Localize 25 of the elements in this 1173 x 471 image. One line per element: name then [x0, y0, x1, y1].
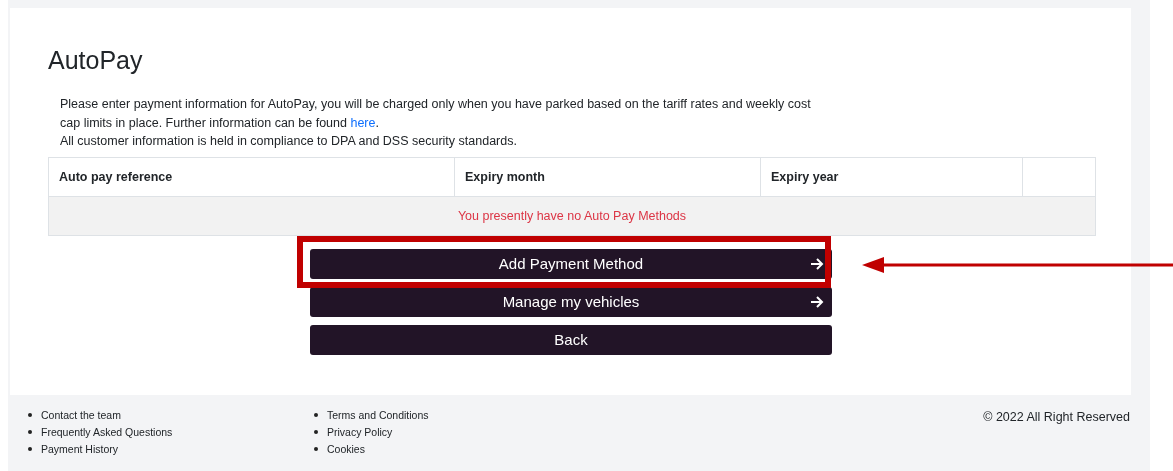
arrow-right-icon: [810, 294, 824, 309]
bullet-icon: [314, 413, 318, 417]
bullet-icon: [28, 447, 32, 451]
column-header: Expiry month: [455, 157, 761, 196]
bullet-icon: [314, 447, 318, 451]
footer-link[interactable]: Contact the team: [41, 409, 121, 421]
footer-link[interactable]: Frequently Asked Questions: [41, 426, 173, 438]
compliance-text: All customer information is held in compliance to DPA and DSS security standards.: [60, 133, 518, 150]
footer-link[interactable]: Cookies: [327, 443, 365, 455]
footer-link[interactable]: Payment History: [41, 443, 119, 455]
column-header: Expiry year: [761, 157, 1023, 196]
bullet-icon: [28, 413, 32, 417]
action-button[interactable]: Manage my vehicles: [310, 286, 832, 317]
empty-message: You presently have no Auto Pay Methods: [457, 208, 687, 223]
copyright-text: © 2022 All Right Reserved: [983, 410, 1130, 426]
intro-text: Please enter payment information for AutoPay, you will be charged only when you have parked based on the tariff rates and weekly cost cap limits in place. Further information can be found here.: [60, 96, 812, 132]
action-button[interactable]: Back: [310, 324, 832, 355]
bullet-icon: [314, 430, 318, 434]
footer-link[interactable]: Privacy Policy: [327, 426, 393, 438]
arrow-right-icon: [810, 256, 824, 271]
bullet-icon: [28, 430, 32, 434]
action-button[interactable]: Add Payment Method: [310, 248, 832, 279]
page-title: AutoPay: [48, 46, 144, 75]
footer-link[interactable]: Terms and Conditions: [327, 409, 429, 421]
column-header: Auto pay reference: [49, 157, 455, 196]
